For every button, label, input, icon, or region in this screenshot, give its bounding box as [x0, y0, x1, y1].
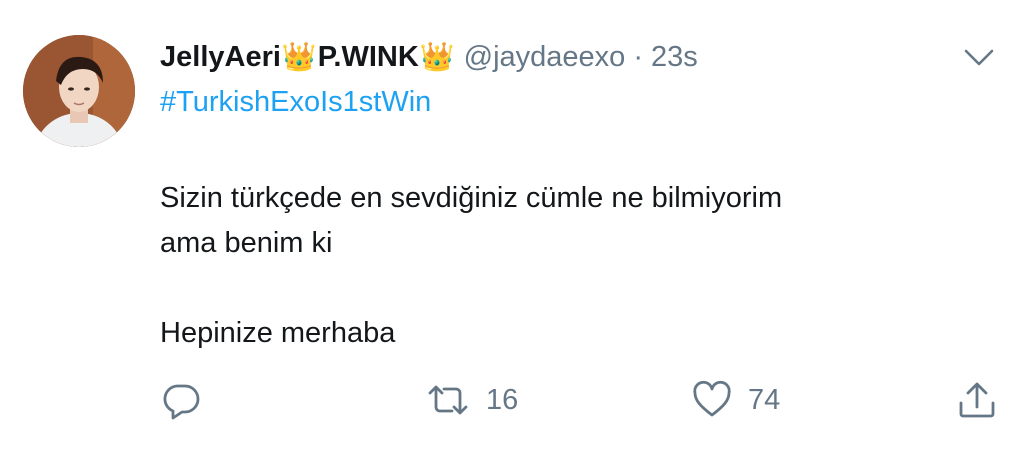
user-handle[interactable]: @jaydaeexo [464, 41, 626, 74]
chevron-down-icon[interactable] [962, 44, 996, 70]
retweet-button[interactable]: 16 [424, 378, 518, 422]
retweet-icon [424, 379, 472, 421]
crown-emoji: 👑 [281, 41, 317, 72]
tweet-text-line: Hepinize merhaba [160, 317, 396, 349]
reply-button[interactable] [160, 378, 202, 422]
separator-dot: · [633, 40, 643, 73]
avatar[interactable] [23, 35, 135, 147]
display-name[interactable]: JellyAeri [160, 41, 281, 74]
share-button[interactable] [955, 378, 999, 422]
retweet-count: 16 [486, 383, 519, 416]
tweet-text: Sizin türkçede en sevdiğiniz cümle ne bi… [160, 176, 980, 356]
hashtag-link[interactable]: #TurkishExoIs1stWin [160, 86, 431, 119]
tweet-header: JellyAeri 👑 P.WINK 👑 @jaydaeexo · 23s [160, 36, 698, 78]
display-name-suffix[interactable]: P.WINK [318, 41, 419, 74]
share-icon [955, 379, 999, 421]
like-count: 74 [748, 383, 781, 416]
tweet-text-line: Sizin türkçede en sevdiğiniz cümle ne bi… [160, 182, 783, 214]
timestamp[interactable]: 23s [651, 41, 698, 74]
crown-emoji-2: 👑 [419, 41, 455, 72]
reply-icon [160, 379, 202, 421]
tweet-text-line: ama benim ki [160, 227, 333, 259]
like-button[interactable]: 74 [690, 378, 780, 422]
heart-icon [690, 379, 734, 421]
